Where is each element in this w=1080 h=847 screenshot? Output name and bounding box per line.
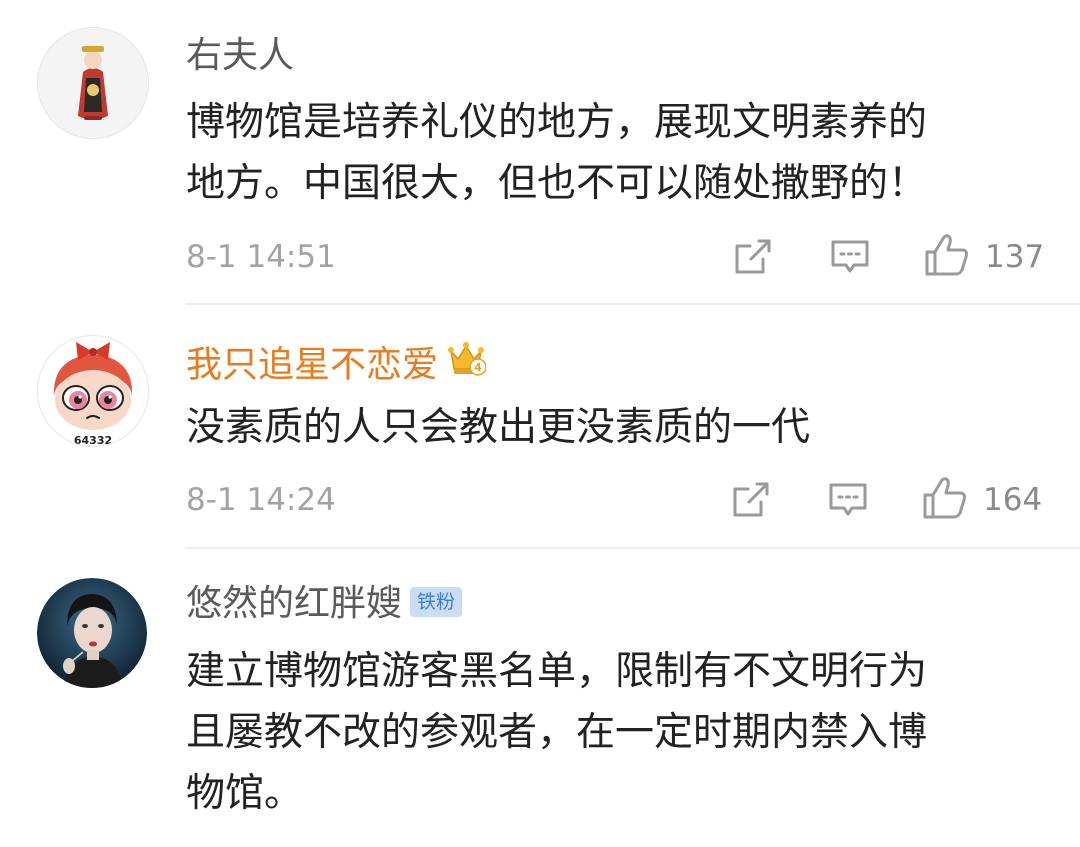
crown-level: 4 <box>474 361 482 374</box>
comment-icon[interactable] <box>830 237 870 277</box>
username[interactable]: 右夫人 <box>186 34 294 78</box>
share-icon[interactable] <box>731 480 771 520</box>
comment-text: 没素质的人只会教出更没素质的一代 <box>186 397 1046 458</box>
comment-line: 地方。中国很大，但也不可以随处撒野的！ <box>186 161 928 206</box>
comment-line: 没素质的人只会教出更没素质的一代 <box>186 405 811 450</box>
username-text[interactable]: 悠然的红胖嫂 <box>186 583 402 624</box>
crown-icon[interactable]: 4 <box>446 339 487 388</box>
comment-text: 博物馆是培养礼仪的地方，展现文明素养的 地方。中国很大，但也不可以随处撒野的！ <box>186 92 1046 214</box>
comment-icon[interactable] <box>828 480 868 520</box>
username[interactable]: 我只追星不恋爱 4 <box>186 339 487 391</box>
comment-line: 建立博物馆游客黑名单，限制有不文明行为 <box>186 649 928 694</box>
comment-item: 右夫人 博物馆是培养礼仪的地方，展现文明素养的 地方。中国很大，但也不可以随处撒… <box>0 0 1080 305</box>
comment-item: 悠然的红胖嫂 铁粉 建立博物馆游客黑名单，限制有不文明行为 且屡教不改的参观者，在… <box>0 549 1080 847</box>
comment-line: 物馆。 <box>186 771 304 816</box>
username-text[interactable]: 右夫人 <box>186 35 294 76</box>
like-icon[interactable] <box>922 476 968 520</box>
share-icon[interactable] <box>733 237 773 277</box>
fans-badge[interactable]: 铁粉 <box>410 587 463 617</box>
avatar[interactable]: 64332 <box>37 335 149 447</box>
comment-text: 建立博物馆游客黑名单，限制有不文明行为 且屡教不改的参观者，在一定时期内禁入博 … <box>186 641 1046 824</box>
comment-timestamp: 8-1 14:24 <box>186 482 336 518</box>
like-count: 164 <box>983 482 1043 518</box>
like-icon[interactable] <box>924 233 970 277</box>
username[interactable]: 悠然的红胖嫂 铁粉 <box>186 582 463 626</box>
comment-timestamp: 8-1 14:51 <box>186 239 336 275</box>
comment-line: 且屡教不改的参观者，在一定时期内禁入博 <box>186 710 928 755</box>
avatar-portrait-image <box>37 578 147 688</box>
username-text[interactable]: 我只追星不恋爱 <box>186 345 438 386</box>
avatar-doll-image <box>38 28 148 138</box>
comment-item: 64332 我只追星不恋爱 4 没素质的人只会教出更没素质的一代 8-1 14:… <box>0 305 1080 549</box>
like-count: 137 <box>985 239 1045 275</box>
avatar-cartoon-girl-image: 64332 <box>38 336 148 446</box>
comment-line: 博物馆是培养礼仪的地方，展现文明素养的 <box>186 100 928 145</box>
avatar[interactable] <box>37 27 149 139</box>
avatar-caption: 64332 <box>74 434 112 446</box>
avatar[interactable] <box>37 578 147 688</box>
